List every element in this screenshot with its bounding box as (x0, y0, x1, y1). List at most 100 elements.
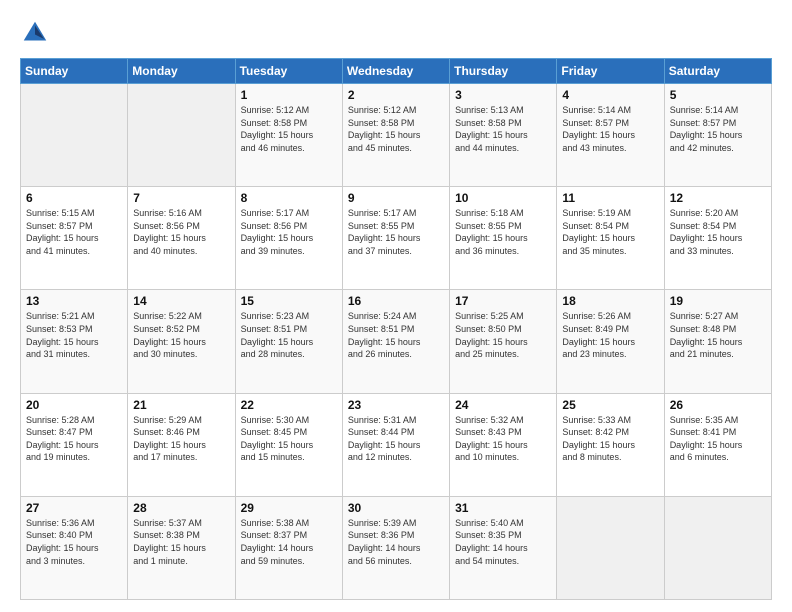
day-info: Sunrise: 5:39 AM Sunset: 8:36 PM Dayligh… (348, 517, 444, 567)
calendar-cell: 15 Sunrise: 5:23 AM Sunset: 8:51 PM Dayli… (235, 290, 342, 393)
calendar-cell: 13 Sunrise: 5:21 AM Sunset: 8:53 PM Dayli… (21, 290, 128, 393)
day-info: Sunrise: 5:16 AM Sunset: 8:56 PM Dayligh… (133, 207, 229, 257)
day-info: Sunrise: 5:23 AM Sunset: 8:51 PM Dayligh… (241, 310, 337, 360)
day-number: 6 (26, 191, 122, 205)
calendar-cell: 18 Sunrise: 5:26 AM Sunset: 8:49 PM Dayli… (557, 290, 664, 393)
day-number: 24 (455, 398, 551, 412)
day-info: Sunrise: 5:19 AM Sunset: 8:54 PM Dayligh… (562, 207, 658, 257)
calendar-week-1: 6 Sunrise: 5:15 AM Sunset: 8:57 PM Daylig… (21, 187, 772, 290)
day-number: 19 (670, 294, 766, 308)
calendar-cell: 29Sunrise: 5:38 AM Sunset: 8:37 PM Dayli… (235, 496, 342, 599)
calendar-cell: 12 Sunrise: 5:20 AM Sunset: 8:54 PM Dayli… (664, 187, 771, 290)
calendar-cell: 30 Sunrise: 5:39 AM Sunset: 8:36 PM Dayli… (342, 496, 449, 599)
calendar-header-sunday: Sunday (21, 59, 128, 84)
calendar-cell: 25Sunrise: 5:33 AM Sunset: 8:42 PM Dayli… (557, 393, 664, 496)
day-number: 22 (241, 398, 337, 412)
day-info: Sunrise: 5:33 AM Sunset: 8:42 PM Dayligh… (562, 414, 658, 464)
calendar-cell (664, 496, 771, 599)
day-info: Sunrise: 5:30 AM Sunset: 8:45 PM Dayligh… (241, 414, 337, 464)
day-info: Sunrise: 5:15 AM Sunset: 8:57 PM Dayligh… (26, 207, 122, 257)
day-number: 11 (562, 191, 658, 205)
day-number: 23 (348, 398, 444, 412)
day-info: Sunrise: 5:38 AM Sunset: 8:37 PM Dayligh… (241, 517, 337, 567)
day-info: Sunrise: 5:31 AM Sunset: 8:44 PM Dayligh… (348, 414, 444, 464)
day-number: 10 (455, 191, 551, 205)
day-number: 9 (348, 191, 444, 205)
day-info: Sunrise: 5:20 AM Sunset: 8:54 PM Dayligh… (670, 207, 766, 257)
calendar-cell (21, 84, 128, 187)
calendar-cell: 5Sunrise: 5:14 AM Sunset: 8:57 PM Daylig… (664, 84, 771, 187)
day-info: Sunrise: 5:29 AM Sunset: 8:46 PM Dayligh… (133, 414, 229, 464)
day-info: Sunrise: 5:14 AM Sunset: 8:57 PM Dayligh… (562, 104, 658, 154)
day-number: 1 (241, 88, 337, 102)
day-info: Sunrise: 5:24 AM Sunset: 8:51 PM Dayligh… (348, 310, 444, 360)
calendar-cell: 17 Sunrise: 5:25 AM Sunset: 8:50 PM Dayli… (450, 290, 557, 393)
calendar-cell: 11 Sunrise: 5:19 AM Sunset: 8:54 PM Dayli… (557, 187, 664, 290)
calendar-cell: 24 Sunrise: 5:32 AM Sunset: 8:43 PM Dayli… (450, 393, 557, 496)
calendar-cell: 23 Sunrise: 5:31 AM Sunset: 8:44 PM Dayli… (342, 393, 449, 496)
day-number: 16 (348, 294, 444, 308)
calendar-header-friday: Friday (557, 59, 664, 84)
day-number: 28 (133, 501, 229, 515)
day-number: 13 (26, 294, 122, 308)
day-number: 20 (26, 398, 122, 412)
day-number: 2 (348, 88, 444, 102)
calendar-cell: 14 Sunrise: 5:22 AM Sunset: 8:52 PM Dayli… (128, 290, 235, 393)
calendar-header-tuesday: Tuesday (235, 59, 342, 84)
calendar-header-row: SundayMondayTuesdayWednesdayThursdayFrid… (21, 59, 772, 84)
calendar-cell: 27 Sunrise: 5:36 AM Sunset: 8:40 PM Dayli… (21, 496, 128, 599)
calendar-cell (557, 496, 664, 599)
day-info: Sunrise: 5:12 AM Sunset: 8:58 PM Dayligh… (348, 104, 444, 154)
calendar-cell: 7Sunrise: 5:16 AM Sunset: 8:56 PM Daylig… (128, 187, 235, 290)
page: SundayMondayTuesdayWednesdayThursdayFrid… (0, 0, 792, 612)
calendar-week-4: 27 Sunrise: 5:36 AM Sunset: 8:40 PM Dayli… (21, 496, 772, 599)
day-info: Sunrise: 5:25 AM Sunset: 8:50 PM Dayligh… (455, 310, 551, 360)
day-number: 12 (670, 191, 766, 205)
calendar-header-wednesday: Wednesday (342, 59, 449, 84)
day-number: 31 (455, 501, 551, 515)
calendar-week-0: 1 Sunrise: 5:12 AM Sunset: 8:58 PM Daylig… (21, 84, 772, 187)
day-info: Sunrise: 5:13 AM Sunset: 8:58 PM Dayligh… (455, 104, 551, 154)
calendar-cell: 20 Sunrise: 5:28 AM Sunset: 8:47 PM Dayli… (21, 393, 128, 496)
day-number: 17 (455, 294, 551, 308)
day-info: Sunrise: 5:17 AM Sunset: 8:55 PM Dayligh… (348, 207, 444, 257)
day-info: Sunrise: 5:36 AM Sunset: 8:40 PM Dayligh… (26, 517, 122, 567)
day-info: Sunrise: 5:12 AM Sunset: 8:58 PM Dayligh… (241, 104, 337, 154)
calendar-cell: 3 Sunrise: 5:13 AM Sunset: 8:58 PM Daylig… (450, 84, 557, 187)
day-number: 18 (562, 294, 658, 308)
day-info: Sunrise: 5:35 AM Sunset: 8:41 PM Dayligh… (670, 414, 766, 464)
calendar-cell: 10Sunrise: 5:18 AM Sunset: 8:55 PM Dayli… (450, 187, 557, 290)
calendar-cell: 4 Sunrise: 5:14 AM Sunset: 8:57 PM Daylig… (557, 84, 664, 187)
calendar-cell: 28 Sunrise: 5:37 AM Sunset: 8:38 PM Dayli… (128, 496, 235, 599)
day-number: 15 (241, 294, 337, 308)
day-number: 14 (133, 294, 229, 308)
day-number: 5 (670, 88, 766, 102)
day-number: 4 (562, 88, 658, 102)
day-number: 3 (455, 88, 551, 102)
calendar-cell: 9 Sunrise: 5:17 AM Sunset: 8:55 PM Daylig… (342, 187, 449, 290)
day-info: Sunrise: 5:28 AM Sunset: 8:47 PM Dayligh… (26, 414, 122, 464)
day-number: 30 (348, 501, 444, 515)
calendar-cell (128, 84, 235, 187)
day-info: Sunrise: 5:17 AM Sunset: 8:56 PM Dayligh… (241, 207, 337, 257)
day-number: 27 (26, 501, 122, 515)
calendar-cell: 16 Sunrise: 5:24 AM Sunset: 8:51 PM Dayli… (342, 290, 449, 393)
day-info: Sunrise: 5:22 AM Sunset: 8:52 PM Dayligh… (133, 310, 229, 360)
day-info: Sunrise: 5:21 AM Sunset: 8:53 PM Dayligh… (26, 310, 122, 360)
day-number: 26 (670, 398, 766, 412)
day-info: Sunrise: 5:27 AM Sunset: 8:48 PM Dayligh… (670, 310, 766, 360)
calendar-cell: 31 Sunrise: 5:40 AM Sunset: 8:35 PM Dayli… (450, 496, 557, 599)
calendar-cell: 21Sunrise: 5:29 AM Sunset: 8:46 PM Dayli… (128, 393, 235, 496)
day-info: Sunrise: 5:40 AM Sunset: 8:35 PM Dayligh… (455, 517, 551, 567)
day-info: Sunrise: 5:37 AM Sunset: 8:38 PM Dayligh… (133, 517, 229, 567)
calendar-cell: 8Sunrise: 5:17 AM Sunset: 8:56 PM Daylig… (235, 187, 342, 290)
logo-icon (20, 18, 50, 48)
calendar-header-thursday: Thursday (450, 59, 557, 84)
day-info: Sunrise: 5:26 AM Sunset: 8:49 PM Dayligh… (562, 310, 658, 360)
calendar-header-monday: Monday (128, 59, 235, 84)
calendar-cell: 26 Sunrise: 5:35 AM Sunset: 8:41 PM Dayli… (664, 393, 771, 496)
calendar-cell: 1 Sunrise: 5:12 AM Sunset: 8:58 PM Daylig… (235, 84, 342, 187)
day-info: Sunrise: 5:32 AM Sunset: 8:43 PM Dayligh… (455, 414, 551, 464)
header (20, 18, 772, 48)
calendar-week-3: 20 Sunrise: 5:28 AM Sunset: 8:47 PM Dayli… (21, 393, 772, 496)
